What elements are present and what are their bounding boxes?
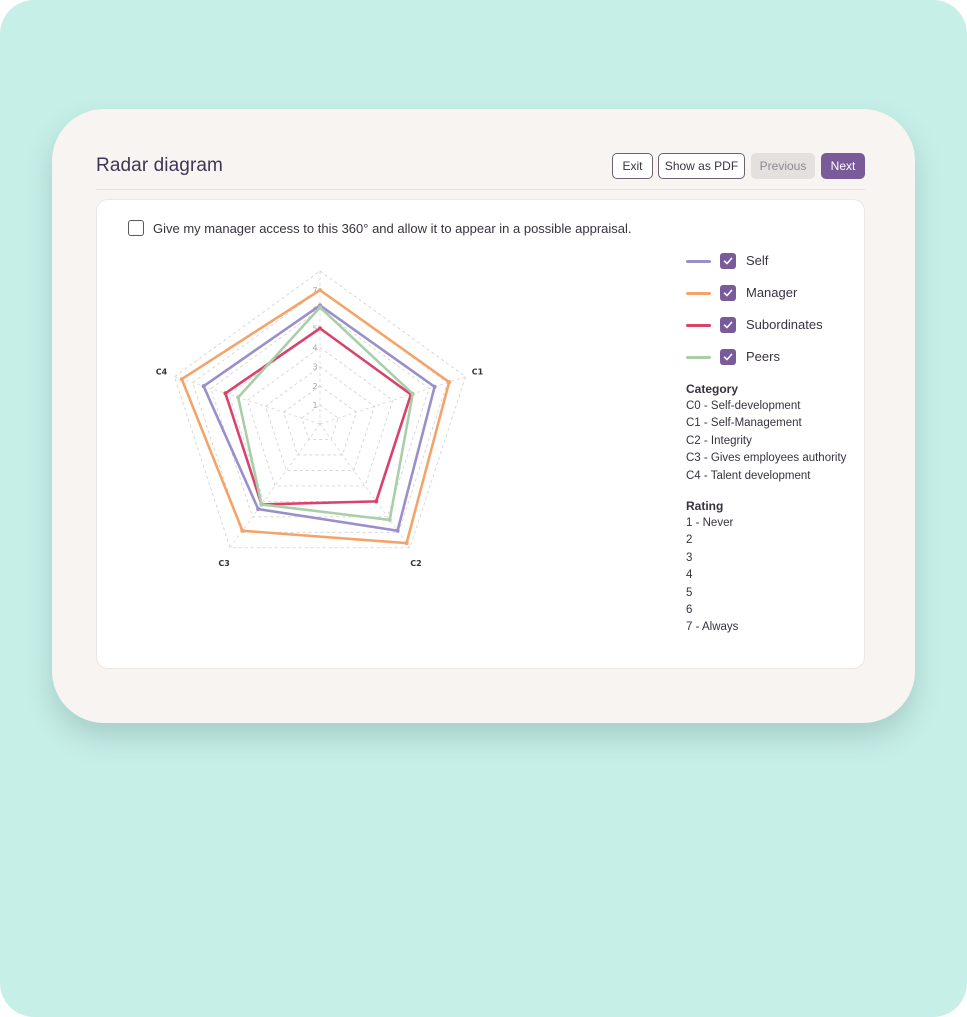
consent-label: Give my manager access to this 360° and …	[153, 221, 632, 236]
subordinates-checkbox[interactable]	[720, 317, 736, 333]
rating-item: 4	[686, 569, 693, 581]
axis-label-c4: C4	[156, 368, 168, 377]
data-point	[404, 541, 409, 546]
legend-line-subordinates	[686, 324, 711, 327]
scale-tick-label: 2	[312, 382, 317, 391]
data-point	[179, 377, 184, 382]
rating-item: 3	[686, 552, 693, 564]
radar-chart: 1234567C0C1C2C3C4	[156, 270, 484, 568]
check-icon	[723, 289, 733, 297]
category-item: C0 - Self-development	[686, 400, 801, 412]
data-point	[318, 288, 322, 293]
rating-item: 1 - Never	[686, 517, 734, 529]
legend-line-self	[686, 260, 711, 263]
data-point	[387, 517, 392, 522]
check-icon	[723, 321, 733, 329]
data-point	[236, 395, 241, 400]
rating-item: 5	[686, 587, 693, 599]
series-line-peers	[236, 306, 415, 522]
category-item: C2 - Integrity	[686, 435, 752, 447]
category-heading: Category	[686, 382, 739, 396]
category-item: C1 - Self-Management	[686, 417, 802, 429]
data-point	[447, 380, 452, 385]
scale-tick-label: 4	[312, 344, 317, 353]
grid-ring	[264, 366, 376, 471]
next-button[interactable]: Next	[821, 153, 865, 179]
header-divider	[96, 189, 865, 190]
self-checkbox[interactable]	[720, 253, 736, 269]
data-point	[410, 391, 415, 396]
series-line-subordinates	[224, 327, 413, 506]
data-point	[240, 528, 245, 533]
data-point	[374, 499, 379, 504]
exit-button[interactable]: Exit	[612, 153, 653, 179]
show-pdf-button[interactable]: Show as PDF	[658, 153, 745, 179]
legend-label-peers: Peers	[746, 349, 780, 364]
series-line-self	[202, 304, 436, 533]
legend-label-subordinates: Subordinates	[746, 317, 823, 332]
manager-checkbox[interactable]	[720, 285, 736, 301]
consent-checkbox[interactable]	[128, 220, 144, 236]
data-point	[318, 305, 322, 310]
check-icon	[723, 353, 733, 361]
data-point	[395, 528, 400, 533]
category-item: C4 - Talent development	[686, 470, 811, 482]
legend-label-self: Self	[746, 253, 769, 268]
rating-item: 7 - Always	[686, 621, 739, 633]
check-icon	[723, 257, 733, 265]
scale-tick-label: 1	[312, 401, 317, 410]
rating-item: 6	[686, 604, 693, 616]
peers-checkbox[interactable]	[720, 349, 736, 365]
data-point	[201, 384, 206, 389]
legend-line-peers	[686, 356, 711, 359]
data-point	[259, 502, 264, 507]
data-point	[318, 326, 322, 331]
category-item: C3 - Gives employees authority	[686, 452, 847, 464]
previous-button[interactable]: Previous	[751, 153, 815, 179]
rating-item: 2	[686, 534, 693, 546]
scale-tick-label: 3	[312, 363, 317, 372]
data-point	[223, 391, 228, 396]
page-title: Radar diagram	[96, 155, 223, 176]
axis-label-c3: C3	[218, 559, 229, 568]
data-point	[256, 507, 261, 512]
grid-ring	[283, 385, 357, 456]
legend-label-manager: Manager	[746, 285, 798, 300]
axis-label-c1: C1	[472, 368, 484, 377]
axis-label-c2: C2	[410, 559, 421, 568]
data-point	[432, 384, 437, 389]
rating-heading: Rating	[686, 499, 724, 513]
legend-line-manager	[686, 292, 711, 295]
